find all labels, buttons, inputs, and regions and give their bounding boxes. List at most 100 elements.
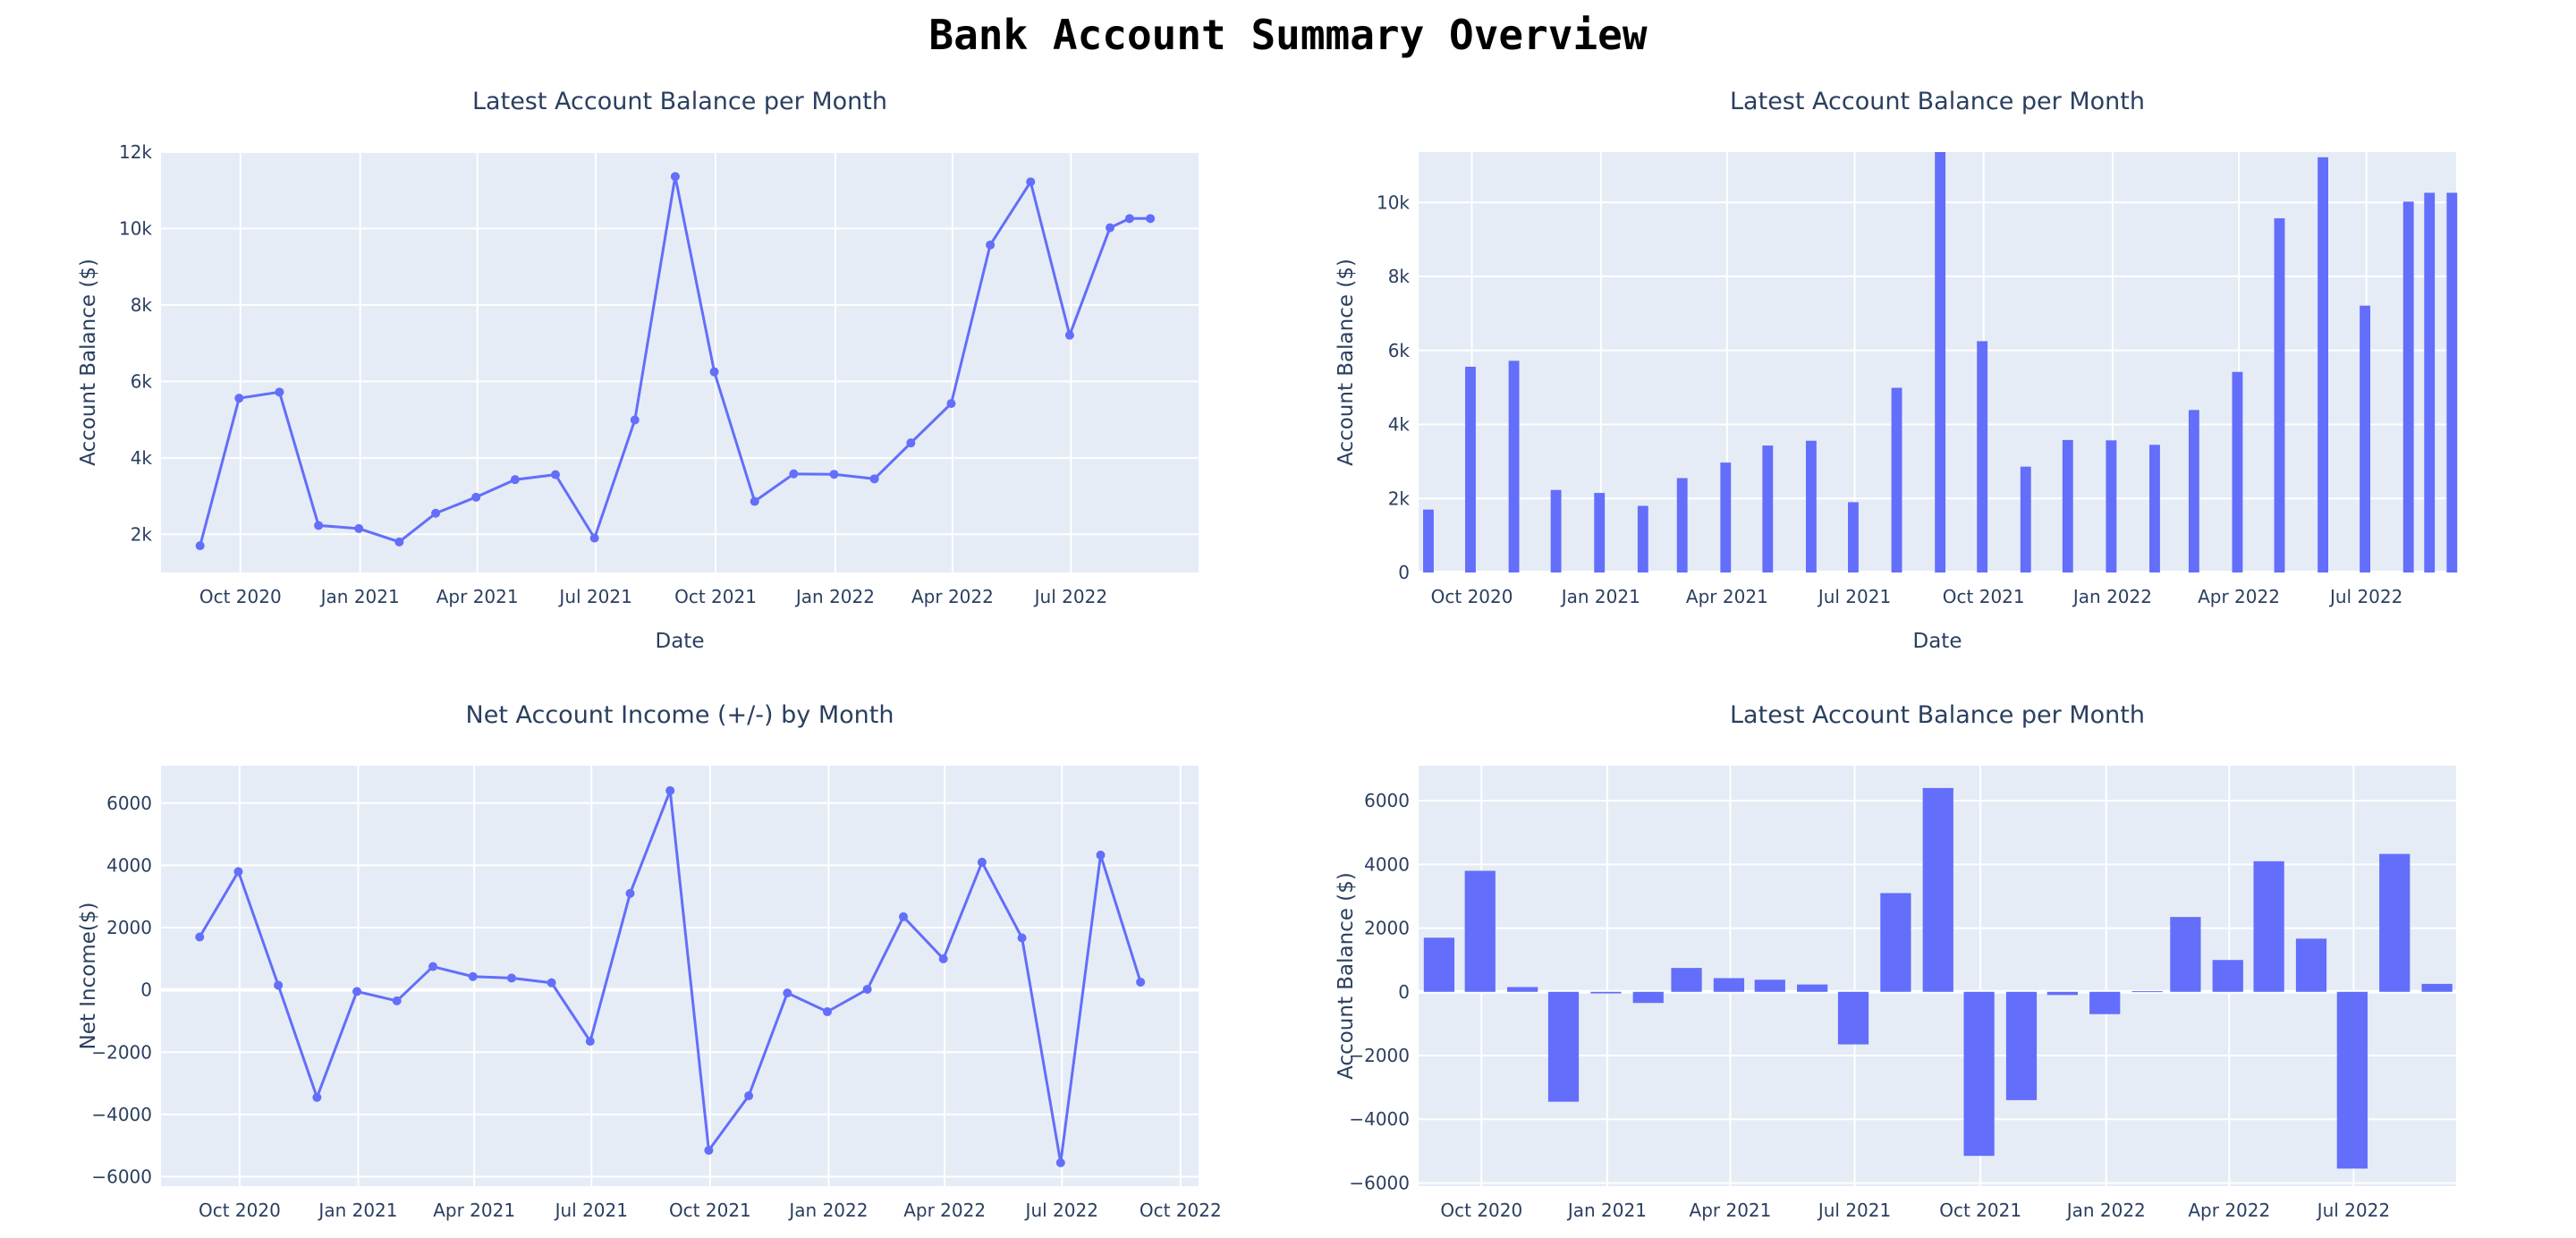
bar <box>2253 861 2284 992</box>
chart-title: Latest Account Balance per Month <box>1730 88 2145 115</box>
bar <box>1550 489 1562 572</box>
dashboard-charts: Oct 2020 Jan 2021 Apr 2021 Jul 2021 Oct 2021… <box>77 88 2458 1221</box>
plot-background <box>161 152 1199 572</box>
x-tick-label: Jul 2021 <box>1817 586 1891 607</box>
x-tick-label: Apr 2021 <box>433 1200 515 1221</box>
plot-background <box>161 766 1199 1186</box>
y-tick-label: 6k <box>1388 340 1411 361</box>
x-tick-label: Jul 2021 <box>1817 1200 1891 1221</box>
chart-title: Latest Account Balance per Month <box>1730 701 2145 729</box>
data-point <box>783 988 792 998</box>
data-point <box>428 962 438 971</box>
data-point <box>630 415 640 425</box>
data-point <box>314 521 324 530</box>
data-point <box>547 978 556 988</box>
x-tick-label: Apr 2022 <box>911 586 994 607</box>
data-point <box>986 240 996 250</box>
bar <box>1637 505 1648 572</box>
x-tick-label: Jan 2022 <box>787 1200 868 1221</box>
bar <box>1977 341 1988 572</box>
y-tick-label: −6000 <box>1349 1172 1410 1193</box>
bar <box>1423 937 1455 992</box>
x-tick-label: Jan 2022 <box>2065 1200 2146 1221</box>
x-tick-label: Jan 2022 <box>794 586 875 607</box>
data-point <box>665 785 675 795</box>
bar <box>2046 991 2078 996</box>
bar <box>1676 478 1688 572</box>
y-tick-label: 6000 <box>1364 790 1410 811</box>
bar <box>1963 991 1995 1157</box>
data-point <box>233 867 243 877</box>
data-point <box>750 496 759 506</box>
data-point <box>938 954 948 963</box>
bar <box>1713 978 1745 992</box>
x-tick-label: Oct 2022 <box>1140 1200 1222 1221</box>
data-point <box>468 971 478 981</box>
x-axis-title: Date <box>1913 630 1962 653</box>
y-axis-title: Account Balance ($) <box>1335 259 1358 466</box>
x-tick-label: Oct 2020 <box>199 1200 281 1221</box>
bar <box>2318 157 2329 573</box>
bar <box>2020 466 2031 572</box>
x-tick-label: Apr 2022 <box>2198 586 2280 607</box>
y-tick-label: 10k <box>1377 191 1410 213</box>
data-point <box>275 387 284 397</box>
y-tick-label: 0 <box>140 979 152 1001</box>
bar <box>2424 192 2436 572</box>
data-point <box>585 1037 595 1047</box>
bar <box>1508 360 1520 572</box>
data-point <box>822 1007 832 1017</box>
data-point <box>274 980 284 990</box>
data-point <box>829 470 839 479</box>
y-axis-title: Account Balance ($) <box>1335 872 1358 1080</box>
bar <box>1922 787 1953 992</box>
x-tick-label: Apr 2022 <box>903 1200 986 1221</box>
bar <box>1464 870 1496 992</box>
y-tick-label: 6k <box>131 370 153 392</box>
bar <box>2232 371 2243 572</box>
data-point <box>471 492 481 502</box>
bar <box>2379 853 2411 992</box>
data-point <box>1096 850 1106 860</box>
bar <box>1754 979 1785 992</box>
y-tick-label: −2000 <box>91 1041 152 1063</box>
bar <box>2170 917 2201 992</box>
bar <box>1720 462 1732 572</box>
data-point <box>1055 1157 1065 1167</box>
bar <box>1632 991 1664 1004</box>
y-tick-label: −6000 <box>91 1166 152 1188</box>
x-tick-label: Jan 2021 <box>317 1200 397 1221</box>
x-tick-label: Jul 2022 <box>2316 1200 2390 1221</box>
bar <box>1671 968 1702 992</box>
y-tick-label: −4000 <box>1349 1108 1410 1130</box>
y-axis-title: Account Balance ($) <box>77 259 100 466</box>
data-point <box>899 912 909 921</box>
data-point <box>589 533 599 543</box>
x-tick-label: Oct 2021 <box>1943 586 2025 607</box>
y-tick-label: 4k <box>131 447 153 469</box>
data-point <box>704 1145 714 1155</box>
x-tick-label: Oct 2021 <box>674 586 757 607</box>
data-point <box>195 932 205 942</box>
data-point <box>195 541 205 551</box>
bar <box>1805 440 1817 572</box>
bar <box>1547 991 1580 1102</box>
x-tick-label: Apr 2022 <box>2188 1200 2270 1221</box>
bar <box>2212 960 2243 992</box>
bar <box>2106 440 2117 572</box>
y-tick-label: 4000 <box>106 854 152 876</box>
data-point <box>709 367 719 377</box>
bar <box>2149 445 2160 572</box>
bar <box>1848 502 1859 572</box>
bar <box>1880 893 1911 992</box>
chart-title: Net Account Income (+/-) by Month <box>466 701 894 729</box>
bar <box>1762 445 1774 572</box>
bar <box>2421 983 2453 992</box>
chart-title: Latest Account Balance per Month <box>472 88 887 115</box>
y-tick-label: 2000 <box>1364 918 1410 939</box>
bar <box>2274 218 2285 572</box>
bar <box>1935 152 1946 572</box>
x-tick-label: Apr 2021 <box>1690 1200 1772 1221</box>
data-point <box>744 1091 754 1101</box>
y-tick-label: 0 <box>1398 981 1410 1003</box>
